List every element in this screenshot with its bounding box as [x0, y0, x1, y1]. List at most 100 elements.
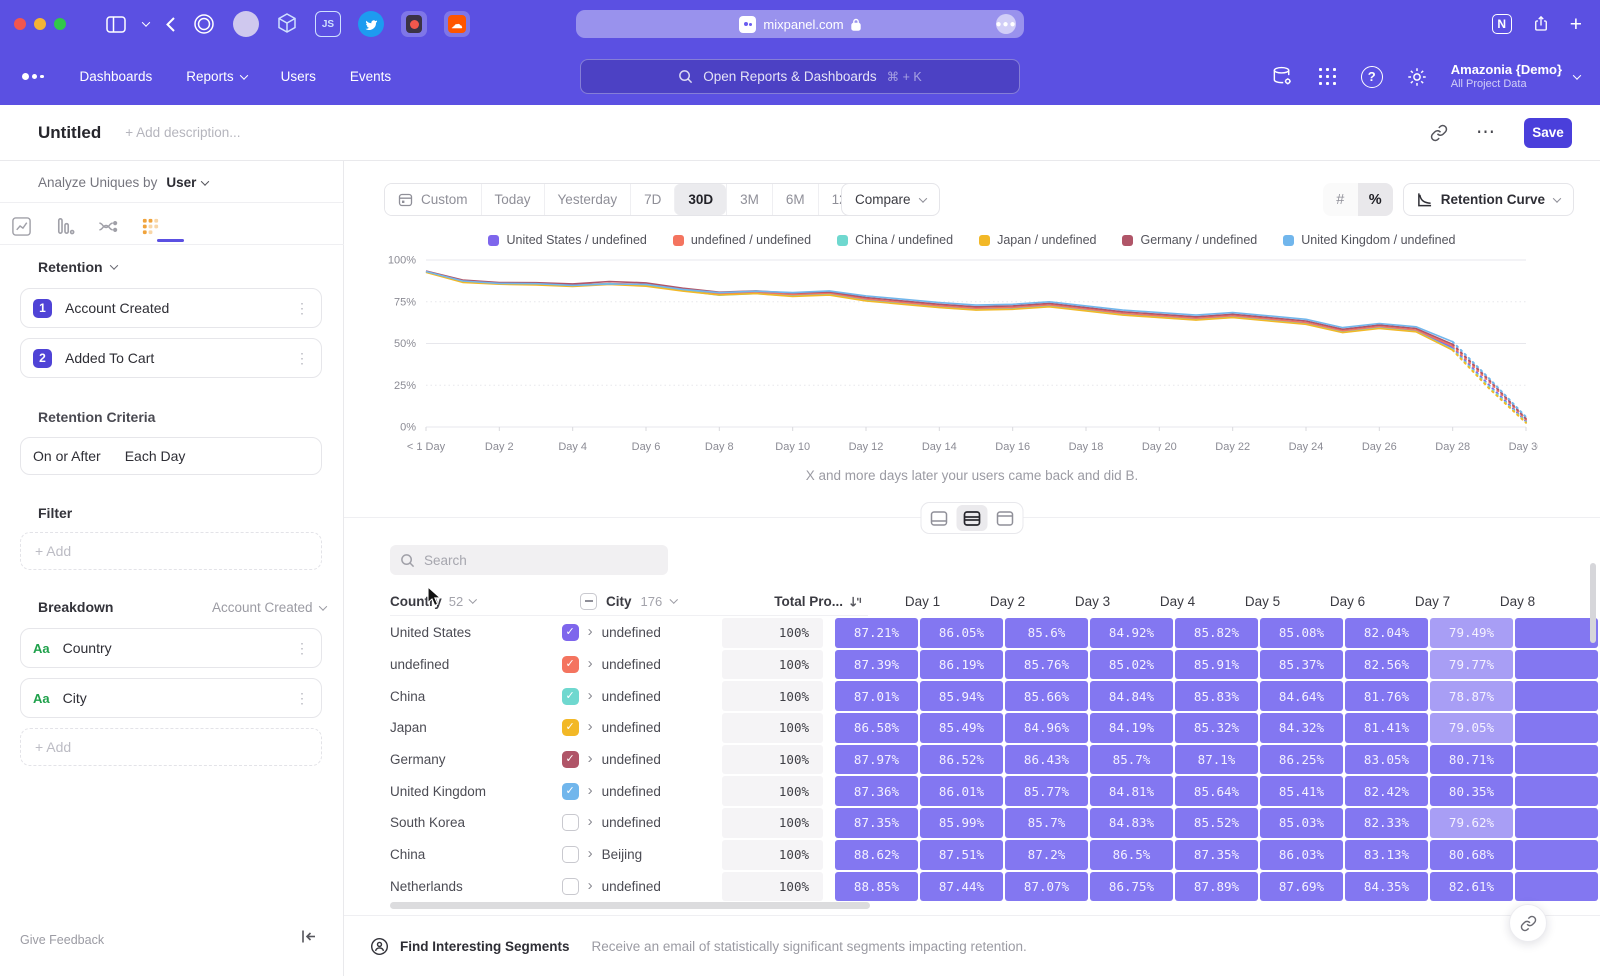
- retention-cell[interactable]: 82.42%: [1345, 776, 1428, 806]
- nav-events[interactable]: Events: [350, 69, 391, 84]
- address-bar[interactable]: mixpanel.com ●●●: [576, 10, 1024, 38]
- retention-cell[interactable]: 84.35%: [1345, 872, 1428, 902]
- retention-cell[interactable]: 84.84%: [1090, 681, 1173, 711]
- row-checkbox[interactable]: [562, 846, 579, 863]
- retention-cell[interactable]: 85.37%: [1260, 650, 1343, 680]
- share-icon[interactable]: [1532, 14, 1550, 34]
- criteria-interval[interactable]: Each Day: [125, 448, 186, 464]
- retention-cell[interactable]: 82.61%: [1430, 872, 1513, 902]
- retention-cell[interactable]: 87.21%: [835, 618, 918, 648]
- retention-cell[interactable]: 79.49%: [1430, 618, 1513, 648]
- retention-cell[interactable]: 80.35%: [1430, 776, 1513, 806]
- column-header-day-8[interactable]: Day 8: [1475, 594, 1560, 609]
- row-checkbox[interactable]: ✓: [562, 719, 579, 736]
- retention-cell[interactable]: 85.82%: [1175, 618, 1258, 648]
- retention-cell[interactable]: 86.5%: [1090, 840, 1173, 870]
- zoom-window-icon[interactable]: [54, 18, 66, 30]
- global-search[interactable]: Open Reports & Dashboards ⌘ + K: [580, 59, 1020, 94]
- retention-cell[interactable]: 87.89%: [1175, 872, 1258, 902]
- range-button-30d[interactable]: 30D: [674, 184, 726, 215]
- retention-cell-partial[interactable]: [1515, 808, 1598, 838]
- retention-cell[interactable]: 82.56%: [1345, 650, 1428, 680]
- extension-record-icon[interactable]: [401, 11, 427, 37]
- retention-cell[interactable]: 82.33%: [1345, 808, 1428, 838]
- retention-cell[interactable]: 88.85%: [835, 872, 918, 902]
- retention-cell[interactable]: 84.32%: [1260, 713, 1343, 743]
- retention-cell[interactable]: 87.69%: [1260, 872, 1343, 902]
- range-button-custom[interactable]: Custom: [385, 184, 481, 215]
- expand-chevron-icon[interactable]: ›: [588, 688, 593, 703]
- nav-dashboards[interactable]: Dashboards: [80, 69, 153, 84]
- retention-cell[interactable]: 86.19%: [920, 650, 1003, 680]
- chevron-down-icon[interactable]: [142, 18, 150, 26]
- chart-only-view-icon[interactable]: [924, 505, 955, 531]
- row-checkbox[interactable]: ✓: [562, 751, 579, 768]
- column-header-city[interactable]: City 176: [580, 593, 758, 610]
- nav-reports[interactable]: Reports: [186, 69, 246, 84]
- retention-cell[interactable]: 85.91%: [1175, 650, 1258, 680]
- expand-chevron-icon[interactable]: ›: [588, 846, 593, 861]
- range-button-today[interactable]: Today: [481, 184, 544, 215]
- column-header-day-7[interactable]: Day 7: [1390, 594, 1475, 609]
- retention-cell[interactable]: 87.2%: [1005, 840, 1088, 870]
- back-icon[interactable]: [166, 17, 175, 32]
- tab-retention[interactable]: [129, 216, 172, 237]
- retention-cell[interactable]: 80.68%: [1430, 840, 1513, 870]
- retention-cell[interactable]: 86.58%: [835, 713, 918, 743]
- step-card-2[interactable]: 2 Added To Cart ⋮: [20, 338, 322, 378]
- number-format-button[interactable]: #: [1323, 183, 1358, 216]
- breakdown-property[interactable]: Country: [63, 640, 112, 656]
- close-window-icon[interactable]: [14, 18, 26, 30]
- retention-cell[interactable]: 87.36%: [835, 776, 918, 806]
- extension-cube-icon[interactable]: [276, 12, 298, 36]
- extension-bird-icon[interactable]: [358, 11, 384, 37]
- range-button-7d[interactable]: 7D: [630, 184, 674, 215]
- retention-cell[interactable]: 79.77%: [1430, 650, 1513, 680]
- retention-cell[interactable]: 82.04%: [1345, 618, 1428, 648]
- retention-cell[interactable]: 85.83%: [1175, 681, 1258, 711]
- retention-cell[interactable]: 78.87%: [1430, 681, 1513, 711]
- select-all-checkbox[interactable]: [580, 593, 597, 610]
- range-button-3m[interactable]: 3M: [726, 184, 772, 215]
- tab-insights[interactable]: [0, 216, 43, 237]
- collapse-sidebar-icon[interactable]: [301, 929, 317, 944]
- more-options-icon[interactable]: ⋯: [1476, 121, 1496, 144]
- retention-cell[interactable]: 85.6%: [1005, 618, 1088, 648]
- row-checkbox[interactable]: [562, 814, 579, 831]
- retention-cell[interactable]: 85.76%: [1005, 650, 1088, 680]
- retention-cell[interactable]: 85.03%: [1260, 808, 1343, 838]
- retention-cell-partial[interactable]: [1515, 713, 1598, 743]
- retention-cell[interactable]: 84.19%: [1090, 713, 1173, 743]
- table-search-input[interactable]: [424, 553, 644, 568]
- apps-grid-icon[interactable]: [1317, 66, 1338, 87]
- retention-cell[interactable]: 87.97%: [835, 745, 918, 775]
- kebab-menu-icon[interactable]: ⋮: [295, 690, 309, 707]
- retention-cell[interactable]: 79.05%: [1430, 713, 1513, 743]
- retention-cell[interactable]: 85.66%: [1005, 681, 1088, 711]
- column-header-day-4[interactable]: Day 4: [1135, 594, 1220, 609]
- retention-cell[interactable]: 84.81%: [1090, 776, 1173, 806]
- column-header-day-1[interactable]: Day 1: [880, 594, 965, 609]
- retention-cell[interactable]: 87.1%: [1175, 745, 1258, 775]
- retention-cell[interactable]: 87.07%: [1005, 872, 1088, 902]
- retention-cell-partial[interactable]: [1515, 681, 1598, 711]
- add-breakdown-button[interactable]: + Add: [20, 728, 322, 766]
- new-tab-icon[interactable]: +: [1570, 14, 1582, 35]
- breakdown-card-city[interactable]: Aa City ⋮: [20, 678, 322, 718]
- retention-cell-partial[interactable]: [1515, 840, 1598, 870]
- sidebar-toggle-icon[interactable]: [106, 16, 126, 33]
- retention-cell[interactable]: 84.64%: [1260, 681, 1343, 711]
- step-card-1[interactable]: 1 Account Created ⋮: [20, 288, 322, 328]
- expand-chevron-icon[interactable]: ›: [588, 814, 593, 829]
- row-checkbox[interactable]: ✓: [562, 783, 579, 800]
- retention-cell[interactable]: 85.7%: [1005, 808, 1088, 838]
- retention-cell[interactable]: 83.05%: [1345, 745, 1428, 775]
- extension-ring-icon[interactable]: [192, 12, 216, 36]
- help-icon[interactable]: ?: [1361, 66, 1383, 88]
- retention-cell[interactable]: 87.39%: [835, 650, 918, 680]
- retention-cell[interactable]: 83.13%: [1345, 840, 1428, 870]
- notion-extension-icon[interactable]: N: [1492, 14, 1512, 34]
- table-search[interactable]: [390, 545, 668, 575]
- range-button-6m[interactable]: 6M: [772, 184, 818, 215]
- row-checkbox[interactable]: [562, 878, 579, 895]
